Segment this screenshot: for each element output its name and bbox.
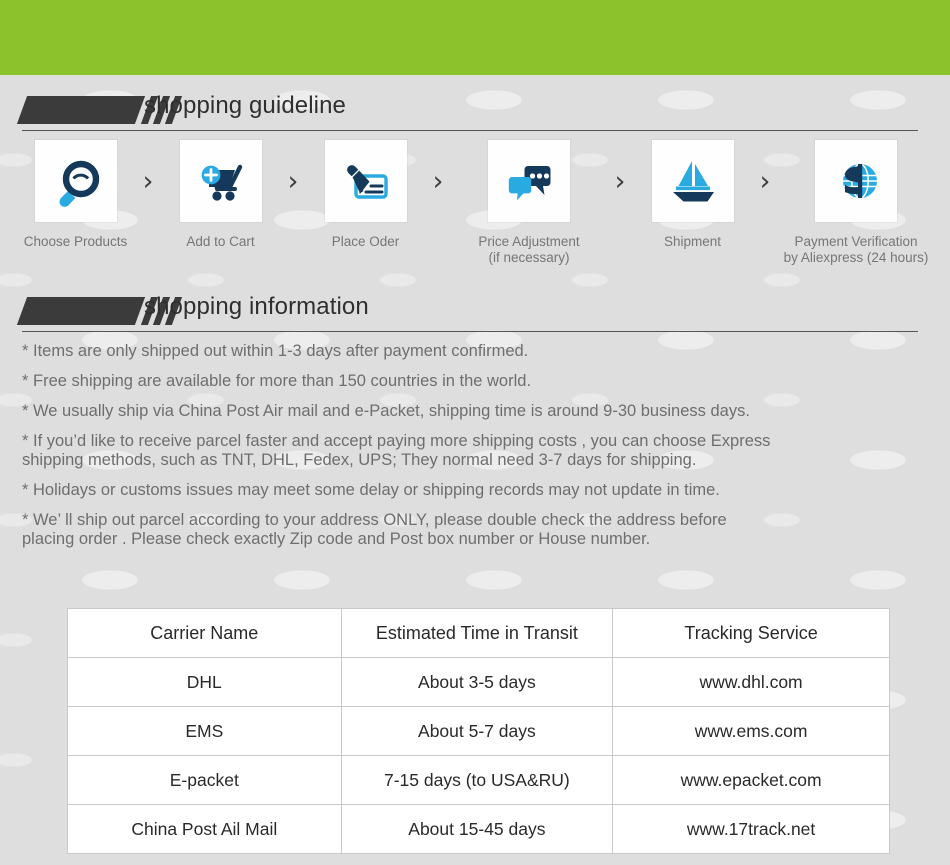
- carrier-table-wrapper: Carrier Name Estimated Time in Transit T…: [67, 608, 890, 854]
- table-row: China Post Ail Mail About 15-45 days www…: [67, 804, 890, 854]
- step-label: Shipment: [663, 234, 722, 249]
- step-label: Place Oder: [331, 234, 400, 249]
- info-bullet: * If you’d like to receive parcel faster…: [22, 432, 771, 469]
- info-bullet: * Holidays or customs issues may meet so…: [22, 481, 720, 499]
- step-label: Payment Verification by Aliexpress (24 h…: [783, 234, 929, 265]
- step-price-adjustment[interactable]: Price Adjustment (if necessary): [454, 140, 604, 266]
- table-header-cell: Estimated Time in Transit: [340, 608, 614, 658]
- carrier-name-cell: EMS: [67, 706, 342, 756]
- table-row: DHL About 3-5 days www.dhl.com: [67, 657, 890, 707]
- add-to-cart-icon: [201, 164, 242, 201]
- heading-rule: [22, 130, 918, 131]
- section-title: shopping information: [144, 293, 369, 320]
- chevron-right-icon: ›: [759, 166, 771, 197]
- chevron-right-icon: ›: [142, 166, 154, 197]
- step-label: Choose Products: [23, 234, 128, 249]
- heading-rule: [22, 331, 918, 332]
- step-choose-products[interactable]: Choose Products: [19, 140, 132, 250]
- transit-time-cell: About 3-5 days: [340, 657, 614, 707]
- chevron-right-icon: ›: [432, 166, 444, 197]
- step-icon-tile: [324, 140, 407, 222]
- table-header-cell: Carrier Name: [67, 608, 342, 658]
- table-row: EMS About 5-7 days www.ems.com: [67, 706, 890, 756]
- info-bullet: * We’ ll ship out parcel according to yo…: [22, 511, 727, 548]
- transit-time-cell: About 5-7 days: [340, 706, 614, 756]
- green-header-bar: [0, 0, 950, 75]
- info-bullet: * We usually ship via China Post Air mai…: [22, 402, 750, 420]
- step-icon-tile: [651, 140, 734, 222]
- shopping-information-heading: shopping information: [0, 293, 950, 336]
- step-add-to-cart[interactable]: Add to Cart: [164, 140, 277, 250]
- carrier-table: Carrier Name Estimated Time in Transit T…: [67, 608, 890, 854]
- tracking-service-cell[interactable]: www.17track.net: [612, 804, 890, 854]
- step-icon-tile: [34, 140, 117, 222]
- step-icon-tile: [815, 140, 897, 222]
- shopping-guideline-steps: Choose Products › Add to Cart › Place Od…: [0, 140, 950, 266]
- shopping-information-list: * Items are only shipped out within 1-3 …: [22, 342, 932, 560]
- step-icon-tile: [179, 140, 262, 222]
- step-place-order[interactable]: Place Oder: [309, 140, 422, 250]
- tracking-service-cell[interactable]: www.ems.com: [612, 706, 890, 756]
- step-shipment[interactable]: Shipment: [636, 140, 749, 250]
- table-row: E-packet 7-15 days (to USA&RU) www.epack…: [67, 755, 890, 805]
- carrier-name-cell: China Post Ail Mail: [67, 804, 342, 854]
- table-header-row: Carrier Name Estimated Time in Transit T…: [67, 608, 890, 658]
- pen-card-icon: [346, 165, 388, 199]
- step-icon-tile: [488, 140, 570, 222]
- section-title: shopping guideline: [144, 92, 346, 119]
- magnifier-icon: [58, 160, 99, 207]
- tracking-service-cell[interactable]: www.dhl.com: [612, 657, 890, 707]
- dollar-globe-icon: [843, 163, 877, 199]
- info-bullet: * Items are only shipped out within 1-3 …: [22, 342, 529, 360]
- step-label: Price Adjustment (if necessary): [478, 234, 580, 265]
- chevron-right-icon: ›: [614, 166, 626, 197]
- step-label: Add to Cart: [186, 234, 255, 249]
- heading-banner-shape: [16, 96, 146, 124]
- carrier-name-cell: E-packet: [67, 755, 342, 805]
- transit-time-cell: 7-15 days (to USA&RU): [340, 755, 614, 805]
- tracking-service-cell[interactable]: www.epacket.com: [612, 755, 890, 805]
- step-payment-verification[interactable]: Payment Verification by Aliexpress (24 h…: [781, 140, 931, 266]
- chat-bubbles-icon: [508, 166, 551, 201]
- shopping-guideline-heading: shopping guideline: [0, 92, 950, 135]
- table-header-cell: Tracking Service: [612, 608, 890, 658]
- info-bullet: * Free shipping are available for more t…: [22, 372, 532, 390]
- sailboat-icon: [672, 161, 714, 202]
- transit-time-cell: About 15-45 days: [340, 804, 614, 854]
- chevron-right-icon: ›: [287, 166, 299, 197]
- heading-banner-shape: [16, 297, 146, 325]
- carrier-name-cell: DHL: [67, 657, 342, 707]
